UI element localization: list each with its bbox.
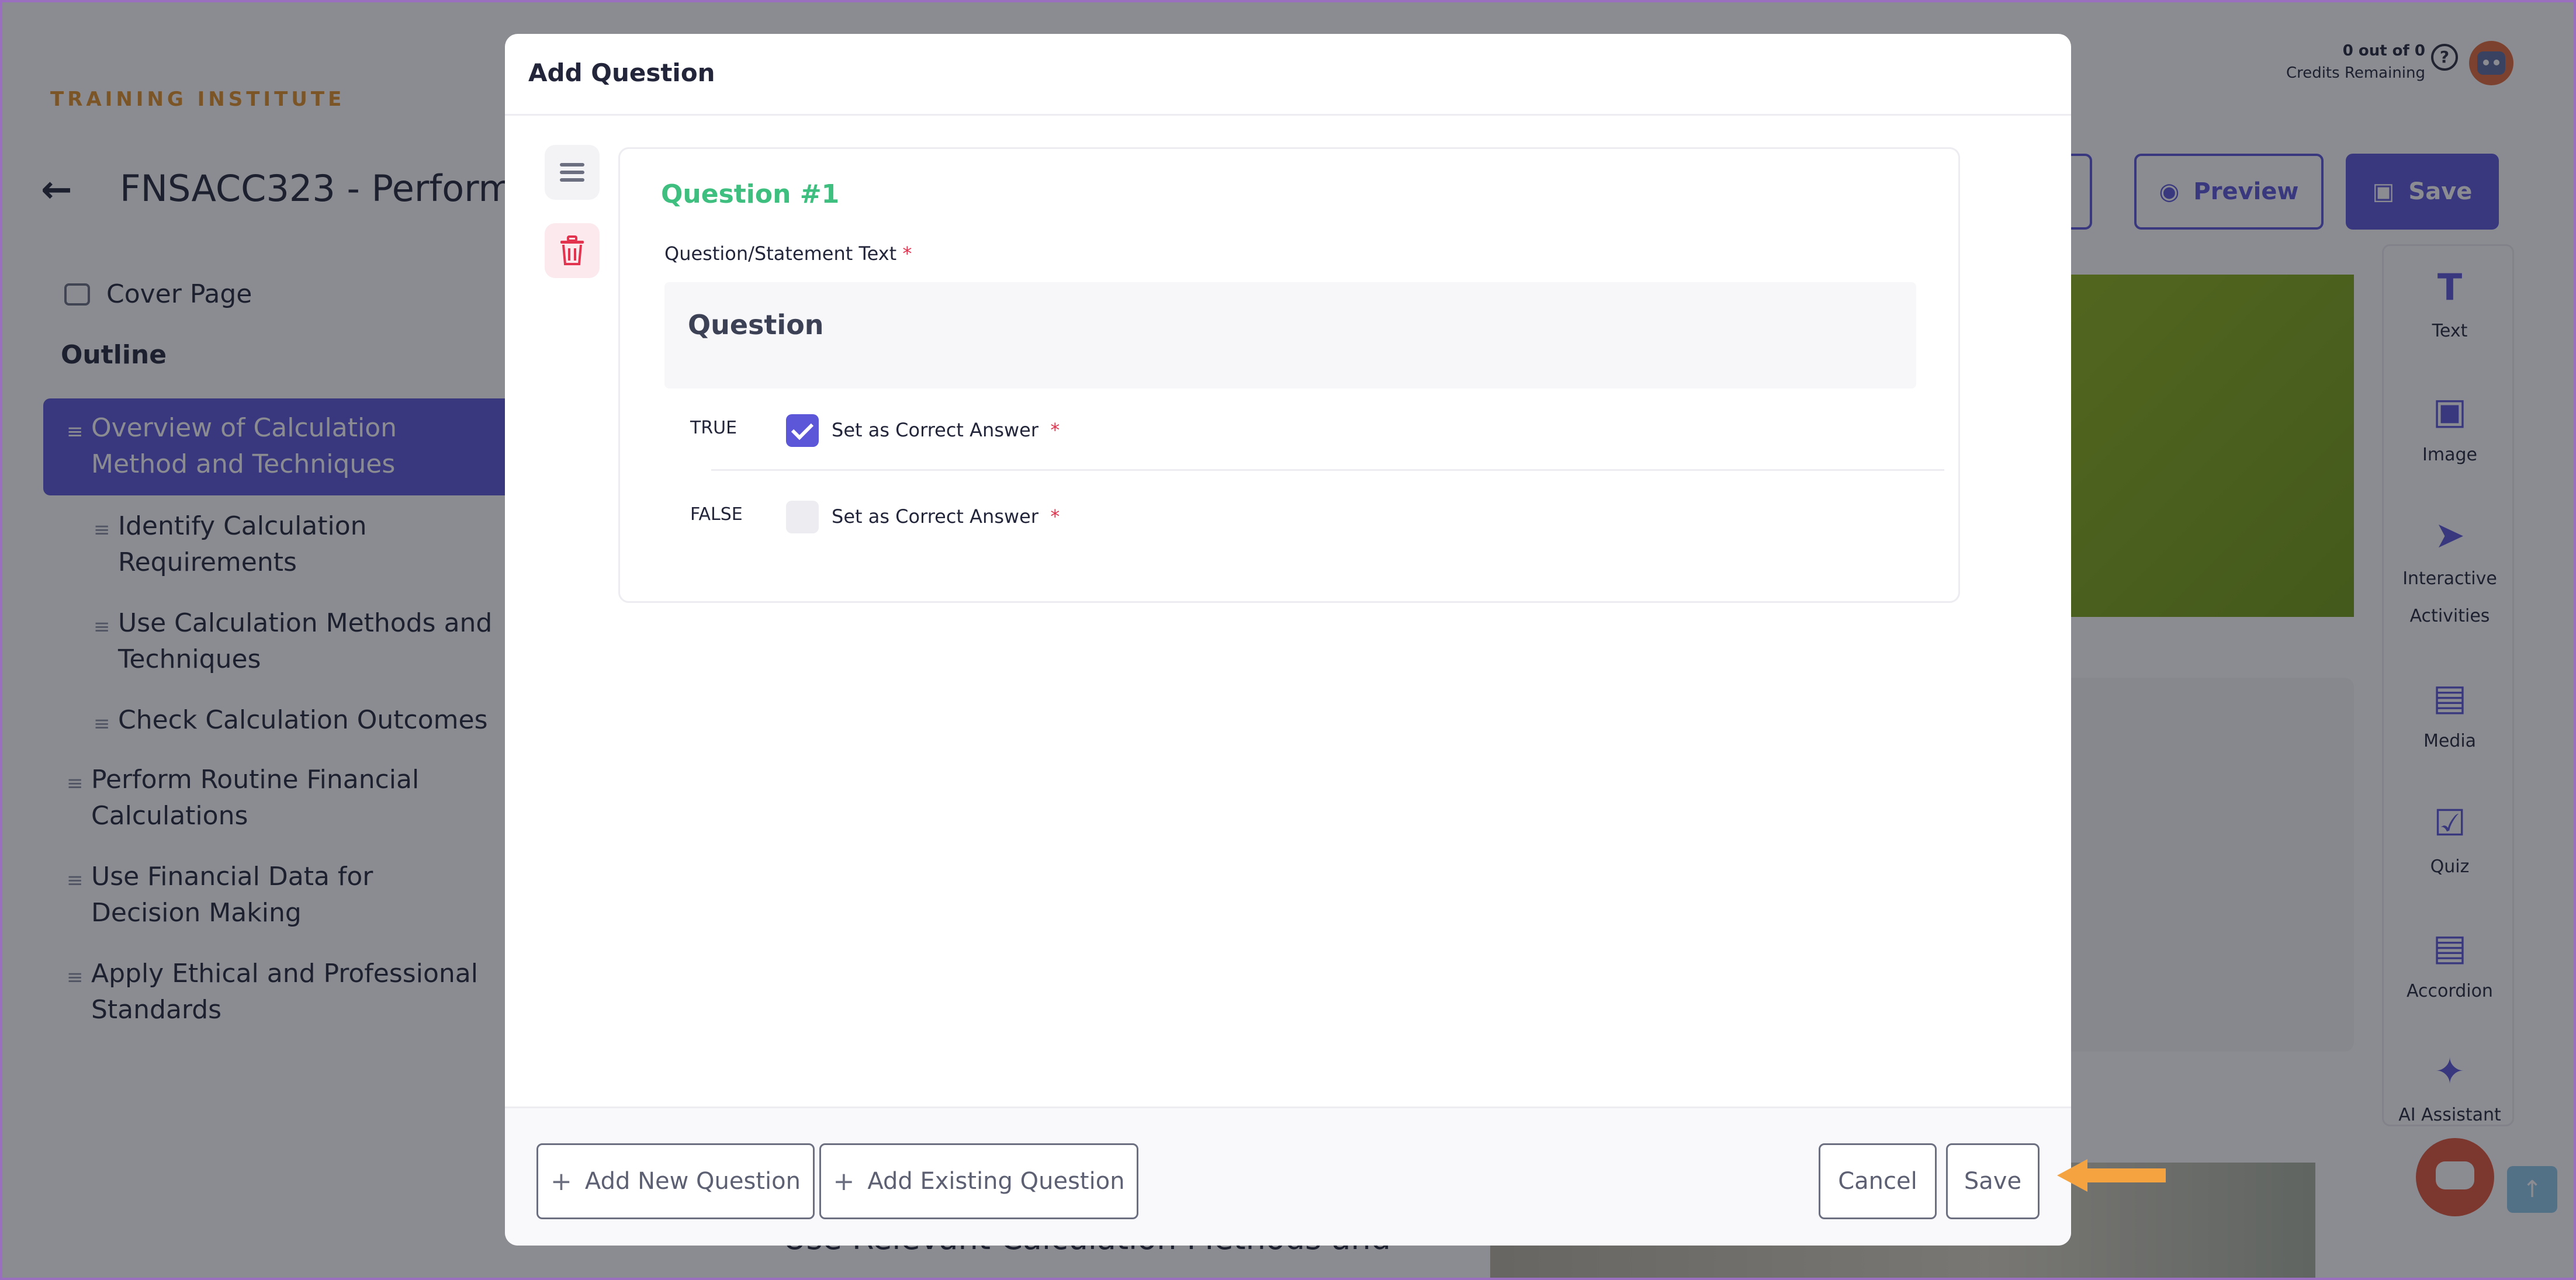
question-text-label: Question/Statement Text * bbox=[664, 242, 912, 265]
required-marker: * bbox=[902, 242, 912, 265]
plus-icon: + bbox=[833, 1166, 855, 1196]
correct-answer-text: Set as Correct Answer * bbox=[832, 419, 1060, 441]
answer-divider bbox=[711, 469, 1944, 471]
delete-question-icon[interactable] bbox=[545, 223, 600, 278]
correct-answer-checkbox[interactable] bbox=[786, 414, 819, 447]
correct-answer-text: Set as Correct Answer * bbox=[832, 505, 1060, 528]
question-card: Question #1 Question/Statement Text * Qu… bbox=[618, 147, 1960, 603]
dialog-footer: + Add New Question + Add Existing Questi… bbox=[505, 1106, 2071, 1246]
answer-label: FALSE bbox=[690, 504, 743, 525]
question-text-input[interactable]: Question bbox=[664, 282, 1916, 388]
add-existing-question-button[interactable]: + Add Existing Question bbox=[819, 1143, 1138, 1219]
add-question-dialog: Add Question Question #1 Question/Statem… bbox=[505, 34, 2071, 1246]
question-number: Question #1 bbox=[661, 179, 840, 209]
dialog-title: Add Question bbox=[528, 58, 715, 87]
pointer-arrow-icon bbox=[2057, 1159, 2166, 1192]
correct-answer-checkbox[interactable] bbox=[786, 501, 819, 533]
plus-icon: + bbox=[550, 1166, 572, 1196]
trash-icon bbox=[560, 235, 584, 265]
add-new-question-button[interactable]: + Add New Question bbox=[536, 1143, 815, 1219]
answer-label: TRUE bbox=[690, 418, 738, 438]
answer-row-false: FALSE Set as Correct Answer * bbox=[690, 491, 1917, 544]
cancel-button[interactable]: Cancel bbox=[1819, 1143, 1937, 1219]
save-button[interactable]: Save bbox=[1946, 1143, 2040, 1219]
question-menu-icon[interactable] bbox=[545, 145, 600, 200]
answer-row-true: TRUE Set as Correct Answer * bbox=[690, 405, 1917, 457]
dialog-header: Add Question bbox=[505, 34, 2071, 116]
